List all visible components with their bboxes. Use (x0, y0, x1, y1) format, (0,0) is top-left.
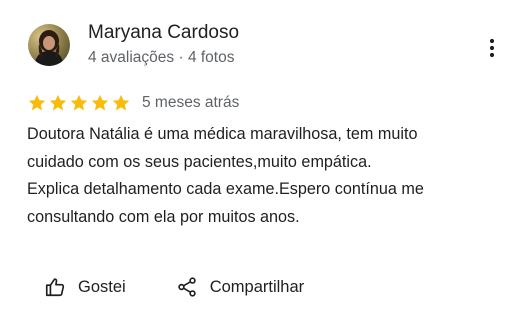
star-icon (49, 94, 67, 111)
author-name[interactable]: Maryana Cardoso (88, 22, 239, 44)
like-label: Gostei (78, 277, 126, 296)
thumbs-up-icon (45, 278, 65, 297)
review-actions: Gostei Compartilhar (44, 275, 304, 299)
review-text-line: cuidado com os seus pacientes,muito empá… (27, 152, 372, 171)
like-button[interactable]: Gostei (44, 276, 126, 298)
review-text: Doutora Natália é uma médica maravilhosa… (27, 121, 512, 231)
star-icon (28, 94, 46, 111)
share-icon (177, 277, 196, 297)
review-text-line: Explica detalhamento cada exame.Espero c… (27, 180, 424, 198)
more-options-button[interactable] (480, 36, 504, 60)
review-date: 5 meses atrás (142, 94, 240, 111)
star-icon (91, 94, 109, 111)
star-icon (112, 94, 130, 111)
review-text-line: consultando com ela por muitos anos. (27, 207, 300, 226)
star-rating (27, 93, 131, 113)
share-button[interactable]: Compartilhar (176, 276, 304, 298)
rating-row: 5 meses atrás (27, 92, 239, 114)
avatar[interactable] (28, 24, 70, 66)
share-label: Compartilhar (209, 277, 305, 296)
more-vert-icon (489, 38, 495, 58)
star-icon (70, 94, 88, 111)
author-meta: 4 avaliações · 4 fotos (88, 49, 235, 66)
review-card: Maryana Cardoso 4 avaliações · 4 fotos 5… (0, 0, 517, 316)
review-text-line: Doutora Natália é uma médica maravilhosa… (27, 125, 418, 143)
